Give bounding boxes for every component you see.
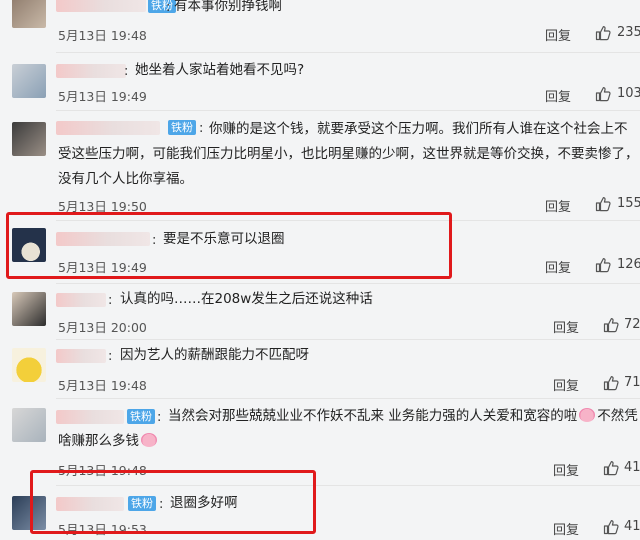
pig-emoji-icon: [579, 408, 596, 422]
like-count: 155: [617, 196, 640, 211]
fan-badge: 铁粉: [127, 409, 155, 424]
colon: :: [166, 0, 171, 15]
username-redacted[interactable]: [56, 349, 106, 363]
like-thumb-icon[interactable]: [603, 317, 619, 333]
reply-button[interactable]: 回复: [545, 25, 571, 44]
username-redacted[interactable]: [56, 64, 126, 78]
colon: :: [124, 64, 129, 79]
reply-button[interactable]: 回复: [545, 86, 571, 105]
comment-text: 因为艺人的薪酬跟能力不匹配呀: [120, 347, 309, 363]
username-redacted[interactable]: [56, 410, 124, 424]
like-count: 71: [624, 375, 640, 390]
like-thumb-icon[interactable]: [595, 196, 611, 212]
pig-emoji-icon: [141, 433, 157, 447]
colon: :: [108, 293, 113, 308]
comment-date: 5月13日 19:48: [58, 378, 147, 393]
reply-button[interactable]: 回复: [545, 196, 571, 215]
comment-text-line: 没有几个人比你享福。: [58, 171, 193, 187]
like-count: 41: [624, 519, 640, 534]
reply-button[interactable]: 回复: [553, 519, 579, 538]
highlight-box: [30, 470, 316, 534]
colon: :: [199, 121, 204, 136]
divider: [56, 110, 640, 111]
avatar[interactable]: [12, 64, 46, 98]
comment-date: 5月13日 20:00: [58, 320, 147, 335]
colon: :: [108, 349, 113, 364]
divider: [56, 398, 640, 399]
like-thumb-icon[interactable]: [603, 460, 619, 476]
colon: :: [157, 410, 162, 425]
reply-button[interactable]: 回复: [553, 317, 579, 336]
divider: [56, 339, 640, 340]
like-thumb-icon[interactable]: [595, 25, 611, 41]
like-thumb-icon[interactable]: [603, 519, 619, 535]
fan-badge: 铁粉: [148, 0, 176, 13]
comment-text: 她坐着人家站着她看不见吗?: [135, 62, 305, 78]
like-thumb-icon[interactable]: [595, 86, 611, 102]
avatar[interactable]: [12, 408, 46, 442]
avatar[interactable]: [12, 122, 46, 156]
comment-text: 认真的吗……在208w发生之后还说这种话: [120, 291, 373, 307]
comment-text-line: 啥赚那么多钱: [58, 429, 159, 453]
highlight-box: [6, 212, 452, 279]
username-redacted[interactable]: [56, 121, 160, 135]
like-count: 72: [624, 317, 640, 332]
avatar[interactable]: [12, 348, 46, 382]
fan-badge: 铁粉: [168, 120, 196, 135]
like-count: 103: [617, 86, 640, 101]
reply-button[interactable]: 回复: [553, 460, 579, 479]
comment-date: 5月13日 19:49: [58, 89, 147, 104]
like-count: 41: [624, 460, 640, 475]
username-redacted[interactable]: [56, 0, 146, 12]
like-count: 126: [617, 257, 640, 272]
divider: [56, 283, 640, 284]
comment-text: 有本事你别挣钱啊: [174, 0, 282, 14]
avatar[interactable]: [12, 292, 46, 326]
like-thumb-icon[interactable]: [603, 375, 619, 391]
comment-date: 5月13日 19:48: [58, 28, 147, 43]
divider: [56, 52, 640, 53]
comment-text-line: 当然会对那些兢兢业业不作妖不乱来 业务能力强的人关爱和宽容的啦 不然凭: [168, 408, 638, 424]
reply-button[interactable]: 回复: [553, 375, 579, 394]
avatar[interactable]: [12, 0, 46, 28]
like-count: 235: [617, 25, 640, 40]
comment-text-line: 受这些压力啊，可能我们压力比明星小，也比明星赚的少啊，这世界就是等价交换，不要卖…: [58, 146, 639, 162]
reply-button[interactable]: 回复: [545, 257, 571, 276]
like-thumb-icon[interactable]: [595, 257, 611, 273]
comment-text-line: 你赚的是这个钱，就要承受这个压力啊。我们所有人谁在这个社会上不: [209, 121, 628, 137]
username-redacted[interactable]: [56, 293, 106, 307]
